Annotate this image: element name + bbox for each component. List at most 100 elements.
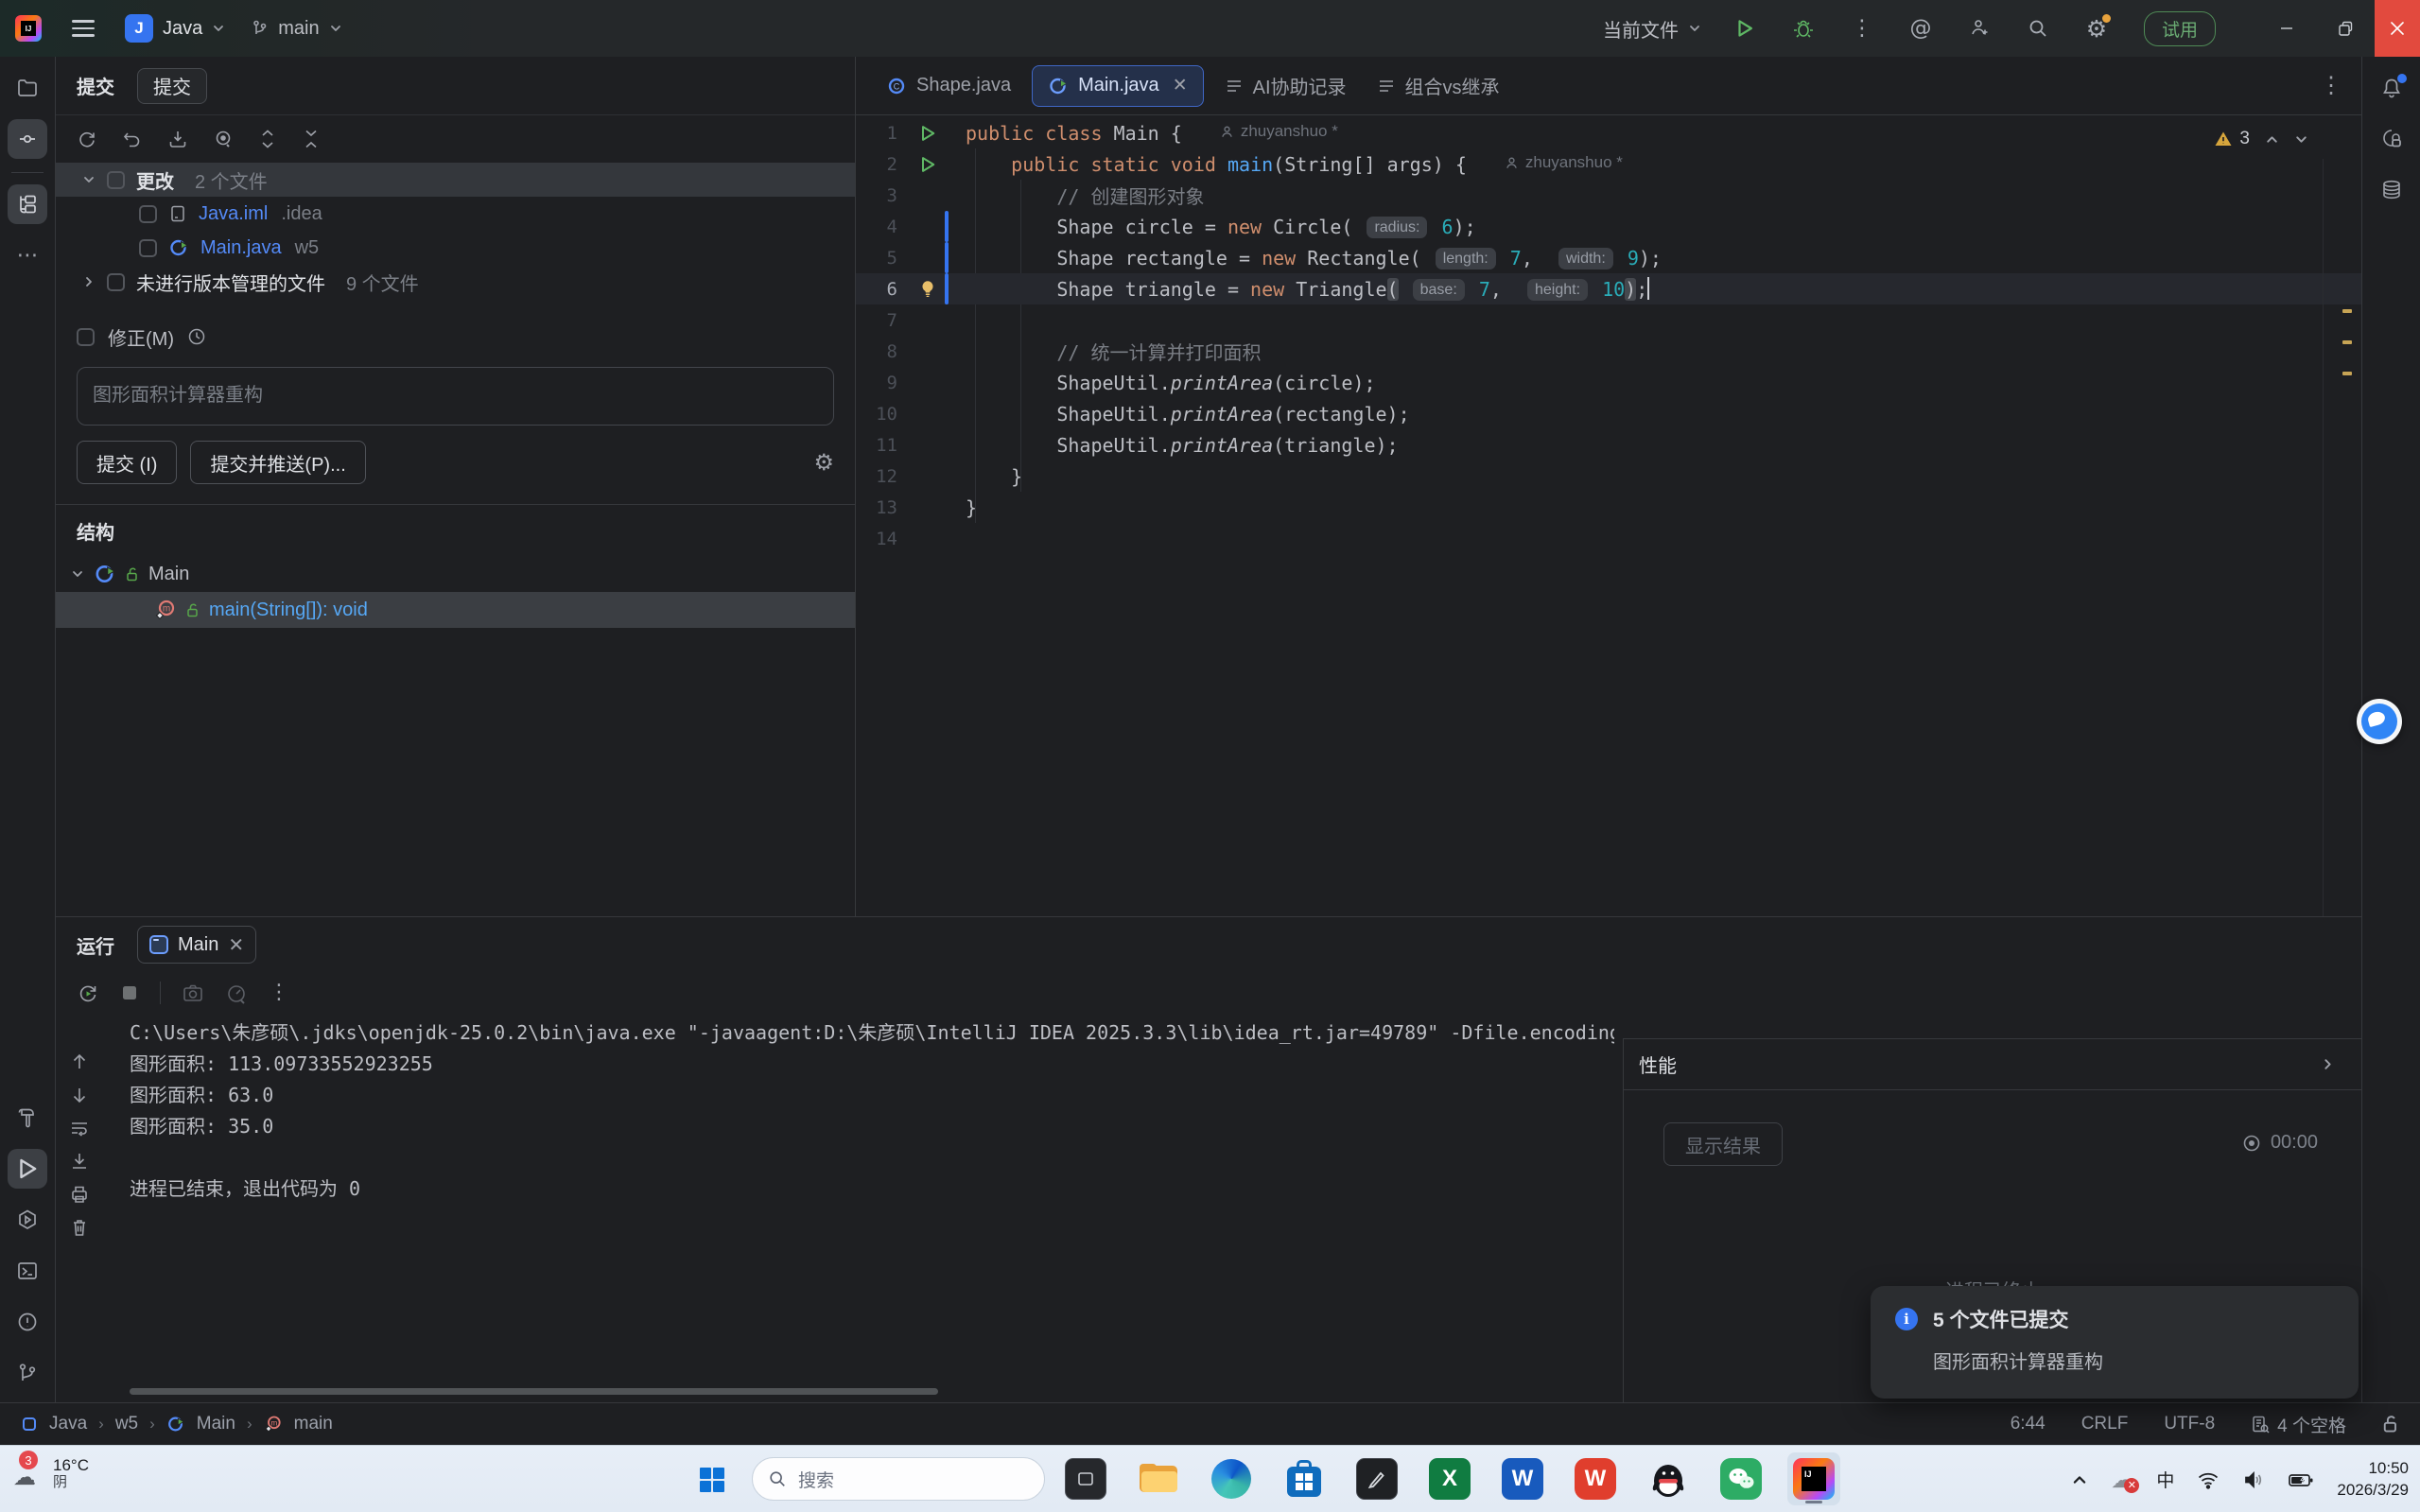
build-toolwindow-button[interactable] <box>8 1098 47 1138</box>
code-line[interactable]: 10 ShapeUtil.printArea(rectangle); <box>856 398 2361 429</box>
close-tab-icon[interactable]: ✕ <box>1173 75 1188 96</box>
tab-main-java[interactable]: Main.java ✕ <box>1032 65 1204 107</box>
line-number[interactable]: 2 <box>856 154 911 175</box>
ime-indicator[interactable]: 中 <box>2156 1467 2174 1492</box>
warning-stripe-mark[interactable] <box>2342 372 2352 375</box>
close-button[interactable] <box>2375 0 2420 57</box>
expand-all-icon[interactable] <box>258 129 277 149</box>
settings-button[interactable]: ⚙ <box>2081 13 2112 43</box>
run-tab-main[interactable]: Main ✕ <box>137 926 256 964</box>
breadcrumb-item[interactable]: Java <box>49 1414 87 1434</box>
soft-wrap-icon[interactable] <box>69 1118 90 1138</box>
scroll-to-end-icon[interactable] <box>69 1151 90 1172</box>
main-menu-button[interactable] <box>66 14 100 43</box>
intention-bulb-icon[interactable] <box>918 280 937 299</box>
battery-icon[interactable] <box>2288 1469 2314 1491</box>
structure-class-row[interactable]: Main <box>56 556 855 592</box>
notifications-button[interactable] <box>2372 68 2411 108</box>
up-stacktrace-icon[interactable] <box>69 1051 90 1072</box>
unversioned-checkbox[interactable] <box>107 273 125 291</box>
taskbar-clock[interactable]: 10:50 2026/3/29 <box>2337 1458 2409 1500</box>
code-line[interactable]: 6 Shape triangle = new Triangle( base: 7… <box>856 273 2361 304</box>
show-results-button[interactable]: 显示结果 <box>1663 1122 1783 1166</box>
weather-widget[interactable]: 3 ☁ 16°C 阴 <box>13 1452 89 1494</box>
code-line[interactable]: 7 <box>856 304 2361 336</box>
run-button[interactable] <box>1730 13 1760 43</box>
app-wechat[interactable] <box>1715 1452 1767 1505</box>
commit-tab[interactable]: 提交 <box>137 68 207 104</box>
line-number[interactable]: 4 <box>856 217 911 237</box>
app-wps[interactable]: W <box>1569 1452 1622 1505</box>
chevron-right-icon[interactable] <box>2321 1057 2335 1071</box>
version-control-toolwindow-button[interactable] <box>8 1353 47 1393</box>
line-number[interactable]: 6 <box>856 279 911 300</box>
run-gutter-icon[interactable] <box>918 124 937 143</box>
run-toolwindow-button[interactable] <box>8 1149 47 1189</box>
breadcrumb[interactable]: Java › w5 › Main › m main <box>21 1414 333 1434</box>
next-problem-icon[interactable] <box>2294 132 2308 147</box>
onedrive-error-icon[interactable]: ☁ ✕ <box>2111 1467 2133 1493</box>
line-ending[interactable]: CRLF <box>2081 1414 2129 1434</box>
more-toolwindows-button[interactable]: ⋯ <box>8 235 47 275</box>
changes-checkbox[interactable] <box>107 171 125 189</box>
more-actions-button[interactable]: ⋮ <box>1847 13 1877 43</box>
profiler-button[interactable] <box>225 982 248 1004</box>
code-line[interactable]: 14 <box>856 523 2361 554</box>
app-edge[interactable] <box>1205 1452 1258 1505</box>
line-number[interactable]: 12 <box>856 466 911 487</box>
console-output[interactable]: C:\Users\朱彦硕\.jdks\openjdk-25.0.2\bin\ja… <box>130 1017 1614 1389</box>
breadcrumb-item[interactable]: w5 <box>115 1414 138 1434</box>
tab-composition-vs-inheritance[interactable]: 组合vs继承 <box>1362 57 1515 115</box>
close-run-tab-icon[interactable]: ✕ <box>228 933 244 957</box>
memory-snapshot-button[interactable] <box>182 982 204 1004</box>
line-number[interactable]: 13 <box>856 497 911 518</box>
commit-notification[interactable]: i 5 个文件已提交 图形面积计算器重构 <box>1871 1286 2359 1399</box>
app-file-explorer[interactable] <box>1132 1452 1185 1505</box>
line-number[interactable]: 1 <box>856 123 911 144</box>
search-everywhere-button[interactable] <box>2023 13 2053 43</box>
line-number[interactable]: 8 <box>856 341 911 362</box>
changes-group-row[interactable]: 更改 2 个文件 <box>56 163 855 197</box>
trial-badge-button[interactable]: 试用 <box>2144 11 2216 46</box>
code-line[interactable]: 13} <box>856 492 2361 523</box>
app-dark-tool[interactable] <box>1350 1452 1403 1505</box>
more-options-icon[interactable]: ⋮ <box>269 982 289 1003</box>
caret-position[interactable]: 6:44 <box>2011 1414 2046 1434</box>
indent-setting[interactable]: 4 个空格 <box>2251 1412 2346 1437</box>
project-toolwindow-button[interactable] <box>8 68 47 108</box>
app-dark-window[interactable] <box>1059 1452 1112 1505</box>
refresh-icon[interactable] <box>77 129 97 149</box>
hidden-icons-chevron[interactable] <box>2071 1471 2088 1488</box>
console-horizontal-scrollbar[interactable] <box>130 1388 938 1395</box>
unversioned-group-row[interactable]: 未进行版本管理的文件 9 个文件 <box>56 265 855 299</box>
app-intellij-idea[interactable]: IJ <box>1787 1452 1840 1505</box>
taskbar-search[interactable]: 搜索 <box>752 1457 1045 1501</box>
writable-lock-icon[interactable] <box>2382 1415 2399 1434</box>
branch-selector[interactable]: main <box>250 18 341 40</box>
line-number[interactable]: 3 <box>856 185 911 206</box>
database-toolwindow-button[interactable] <box>2372 170 2411 210</box>
amend-checkbox[interactable] <box>77 328 95 346</box>
warning-stripe-mark[interactable] <box>2342 340 2352 344</box>
line-number[interactable]: 7 <box>856 310 911 331</box>
terminal-toolwindow-button[interactable] <box>8 1251 47 1291</box>
app-excel[interactable]: X <box>1423 1452 1476 1505</box>
ai-assistant-button[interactable]: @ <box>1906 13 1936 43</box>
code-line[interactable]: 5 Shape rectangle = new Rectangle( lengt… <box>856 242 2361 273</box>
app-microsoft-store[interactable] <box>1278 1452 1331 1505</box>
shelf-icon[interactable] <box>213 129 234 149</box>
warning-stripe-mark[interactable] <box>2342 309 2352 313</box>
code-with-me-button[interactable] <box>1964 13 1994 43</box>
tab-shape-java[interactable]: C Shape.java <box>871 57 1026 115</box>
collapse-all-icon[interactable] <box>302 129 321 149</box>
line-number[interactable]: 5 <box>856 248 911 269</box>
run-gutter-icon[interactable] <box>918 155 937 174</box>
code-line[interactable]: 12 } <box>856 461 2361 492</box>
prev-problem-icon[interactable] <box>2265 132 2279 147</box>
commit-message-input[interactable]: 图形面积计算器重构 <box>77 367 834 426</box>
code-line[interactable]: 11 ShapeUtil.printArea(triangle); <box>856 429 2361 461</box>
line-number[interactable]: 11 <box>856 435 911 456</box>
clear-console-icon[interactable] <box>69 1217 90 1238</box>
print-icon[interactable] <box>69 1184 90 1205</box>
structure-toolwindow-button[interactable] <box>8 184 47 224</box>
